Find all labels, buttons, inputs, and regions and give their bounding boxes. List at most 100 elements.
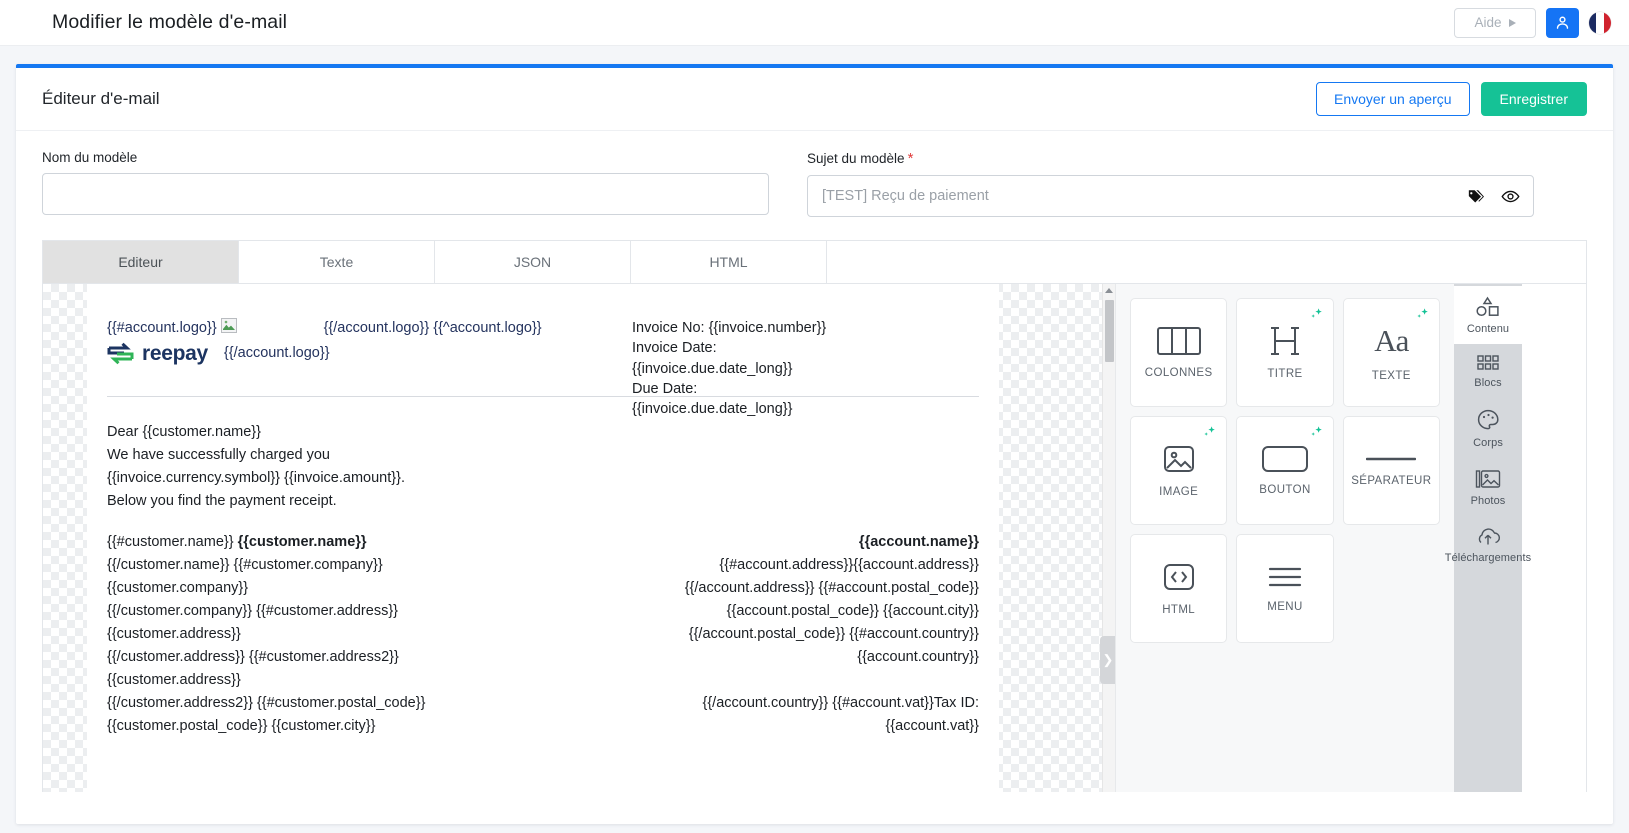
subject-field-icons xyxy=(1467,187,1520,206)
broken-image-icon xyxy=(221,318,238,333)
ai-sparkle-icon xyxy=(1417,308,1428,318)
app-header-actions: Aide xyxy=(1454,7,1611,38)
editor-card-actions: Envoyer un aperçu Enregistrer xyxy=(1316,82,1587,116)
customer-line: {{customer.postal_code}} {{customer.city… xyxy=(107,718,376,734)
rail-label: Téléchargements xyxy=(1444,552,1532,564)
block-menu[interactable]: MENU xyxy=(1236,534,1334,643)
template-name-input[interactable] xyxy=(42,173,769,215)
block-colonnes[interactable]: COLONNES xyxy=(1130,298,1228,407)
help-button-label: Aide xyxy=(1474,15,1502,30)
tabs-filler xyxy=(827,241,1586,283)
send-preview-button[interactable]: Envoyer un aperçu xyxy=(1316,82,1470,116)
email-divider xyxy=(107,396,979,397)
template-subject-field: Sujet du modèle * xyxy=(807,150,1534,217)
block-label: BOUTON xyxy=(1259,483,1311,496)
template-name-label: Nom du modèle xyxy=(42,150,138,165)
page-title: Modifier le modèle d'e-mail xyxy=(52,11,288,33)
block-texte[interactable]: Aa TEXTE xyxy=(1342,298,1440,407)
template-subject-label-text: Sujet du modèle xyxy=(807,151,905,166)
block-label: MENU xyxy=(1267,600,1303,613)
logo-open-tag: {{#account.logo}} xyxy=(107,320,217,336)
app-header: Modifier le modèle d'e-mail Aide xyxy=(0,0,1629,46)
invoice-line: Due Date: xyxy=(632,380,698,397)
editor-tabs: Editeur Texte JSON HTML xyxy=(42,240,1587,284)
text-icon: Aa xyxy=(1374,322,1409,358)
invoice-line: {{invoice.due.date_long}} xyxy=(632,360,793,377)
block-bouton[interactable]: BOUTON xyxy=(1236,416,1334,525)
block-label: TEXTE xyxy=(1371,369,1411,382)
block-label: HTML xyxy=(1162,603,1196,616)
tab-json[interactable]: JSON xyxy=(435,241,631,283)
flag-band-red xyxy=(1603,11,1611,34)
rail-label: Contenu xyxy=(1466,323,1510,335)
email-editor-card: Éditeur d'e-mail Envoyer un aperçu Enreg… xyxy=(16,64,1613,824)
panel-collapse-handle[interactable]: ❯ xyxy=(1100,636,1115,684)
customer-line: {{/customer.address2}} {{#customer.posta… xyxy=(107,695,426,711)
email-canvas[interactable]: {{#account.logo}} {{/account.logo}} {{^a… xyxy=(43,284,1115,792)
account-address-column: {{account.name}} {{#account.address}}{{a… xyxy=(549,531,979,738)
menu-icon xyxy=(1268,567,1302,586)
ai-sparkle-icon xyxy=(1311,426,1322,436)
reepay-logo: reepay {{/account.logo}} xyxy=(107,342,627,366)
rail-item-telechargements[interactable]: Téléchargements xyxy=(1445,516,1531,573)
scroll-up-arrow-icon[interactable] xyxy=(1105,288,1113,293)
ai-sparkle-icon xyxy=(1311,308,1322,318)
account-line: {{/account.country}} {{#account.vat}}Tax… xyxy=(702,695,979,711)
block-label: IMAGE xyxy=(1159,485,1199,498)
email-logo-row[interactable]: {{#account.logo}} {{/account.logo}} {{^a… xyxy=(107,318,979,417)
account-line: {{account.country}} xyxy=(857,649,979,665)
block-separateur[interactable]: SÉPARATEUR xyxy=(1342,416,1440,525)
tag-icon[interactable] xyxy=(1467,188,1484,205)
account-line xyxy=(549,669,979,692)
canvas-scrollbar[interactable] xyxy=(1102,284,1115,792)
customer-line: {{/customer.name}} {{#customer.company}} xyxy=(107,557,383,573)
page-body: Éditeur d'e-mail Envoyer un aperçu Enreg… xyxy=(0,46,1629,824)
customer-line: {{customer.address}} xyxy=(107,626,241,642)
editor-card-title: Éditeur d'e-mail xyxy=(42,89,160,108)
columns-icon xyxy=(1156,326,1201,355)
customer-line-text: {{#customer.name}} xyxy=(107,534,238,550)
user-account-button[interactable] xyxy=(1546,7,1579,38)
customer-address-column: {{#customer.name}} {{customer.name}} {{/… xyxy=(107,531,527,738)
template-fields: Nom du modèle Sujet du modèle * xyxy=(16,131,1613,217)
invoice-line: Invoice No: {{invoice.number}} xyxy=(632,320,827,336)
logo-close-tag: {{/account.logo}} xyxy=(223,344,330,361)
block-image[interactable]: IMAGE xyxy=(1130,416,1228,525)
editor-workspace: {{#account.logo}} {{/account.logo}} {{^a… xyxy=(42,284,1587,792)
email-body-line: {{invoice.currency.symbol}} {{invoice.am… xyxy=(107,470,405,486)
tab-editeur[interactable]: Editeur xyxy=(43,241,239,283)
invoice-details: Invoice No: {{invoice.number}} Invoice D… xyxy=(632,318,826,419)
image-icon xyxy=(1163,445,1194,472)
email-body-line: Dear {{customer.name}} xyxy=(107,424,261,440)
tab-html[interactable]: HTML xyxy=(631,241,827,283)
rail-item-corps[interactable]: Corps xyxy=(1454,398,1522,458)
template-subject-label: Sujet du modèle * xyxy=(807,150,1534,167)
tab-texte[interactable]: Texte xyxy=(239,241,435,283)
template-name-field: Nom du modèle xyxy=(42,150,769,217)
customer-line: {{customer.company}} xyxy=(107,580,249,596)
language-flag-icon[interactable] xyxy=(1589,11,1611,34)
block-label: TITRE xyxy=(1267,367,1303,380)
help-button[interactable]: Aide xyxy=(1454,7,1536,38)
shapes-icon xyxy=(1476,296,1499,317)
template-subject-input[interactable] xyxy=(807,175,1534,217)
rail-item-photos[interactable]: Photos xyxy=(1454,458,1522,516)
heading-icon xyxy=(1270,326,1299,355)
email-body-section[interactable]: Dear {{customer.name}} We have successfu… xyxy=(87,421,999,738)
editor-card-header: Éditeur d'e-mail Envoyer un aperçu Enreg… xyxy=(16,68,1613,131)
rail-item-blocs[interactable]: Blocs xyxy=(1454,344,1522,398)
grid-dots-icon xyxy=(1477,355,1499,370)
blocks-grid: COLONNES TITRE Aa TEXTE IMAGE BOUTON SÉP… xyxy=(1130,298,1440,643)
ai-sparkle-icon xyxy=(1204,426,1216,436)
eye-icon[interactable] xyxy=(1501,187,1520,206)
flag-band-blue xyxy=(1589,11,1597,34)
blocks-panel: COLONNES TITRE Aa TEXTE IMAGE BOUTON SÉP… xyxy=(1115,284,1454,792)
email-body-line: We have successfully charged you xyxy=(107,447,330,463)
email-logo-column: {{#account.logo}} {{/account.logo}} {{^a… xyxy=(107,318,627,366)
scrollbar-thumb[interactable] xyxy=(1105,300,1114,362)
rail-item-contenu[interactable]: Contenu xyxy=(1454,286,1522,344)
block-titre[interactable]: TITRE xyxy=(1236,298,1334,407)
save-button[interactable]: Enregistrer xyxy=(1480,82,1587,116)
block-html[interactable]: HTML xyxy=(1130,534,1228,643)
reepay-arrows-icon xyxy=(107,342,134,365)
